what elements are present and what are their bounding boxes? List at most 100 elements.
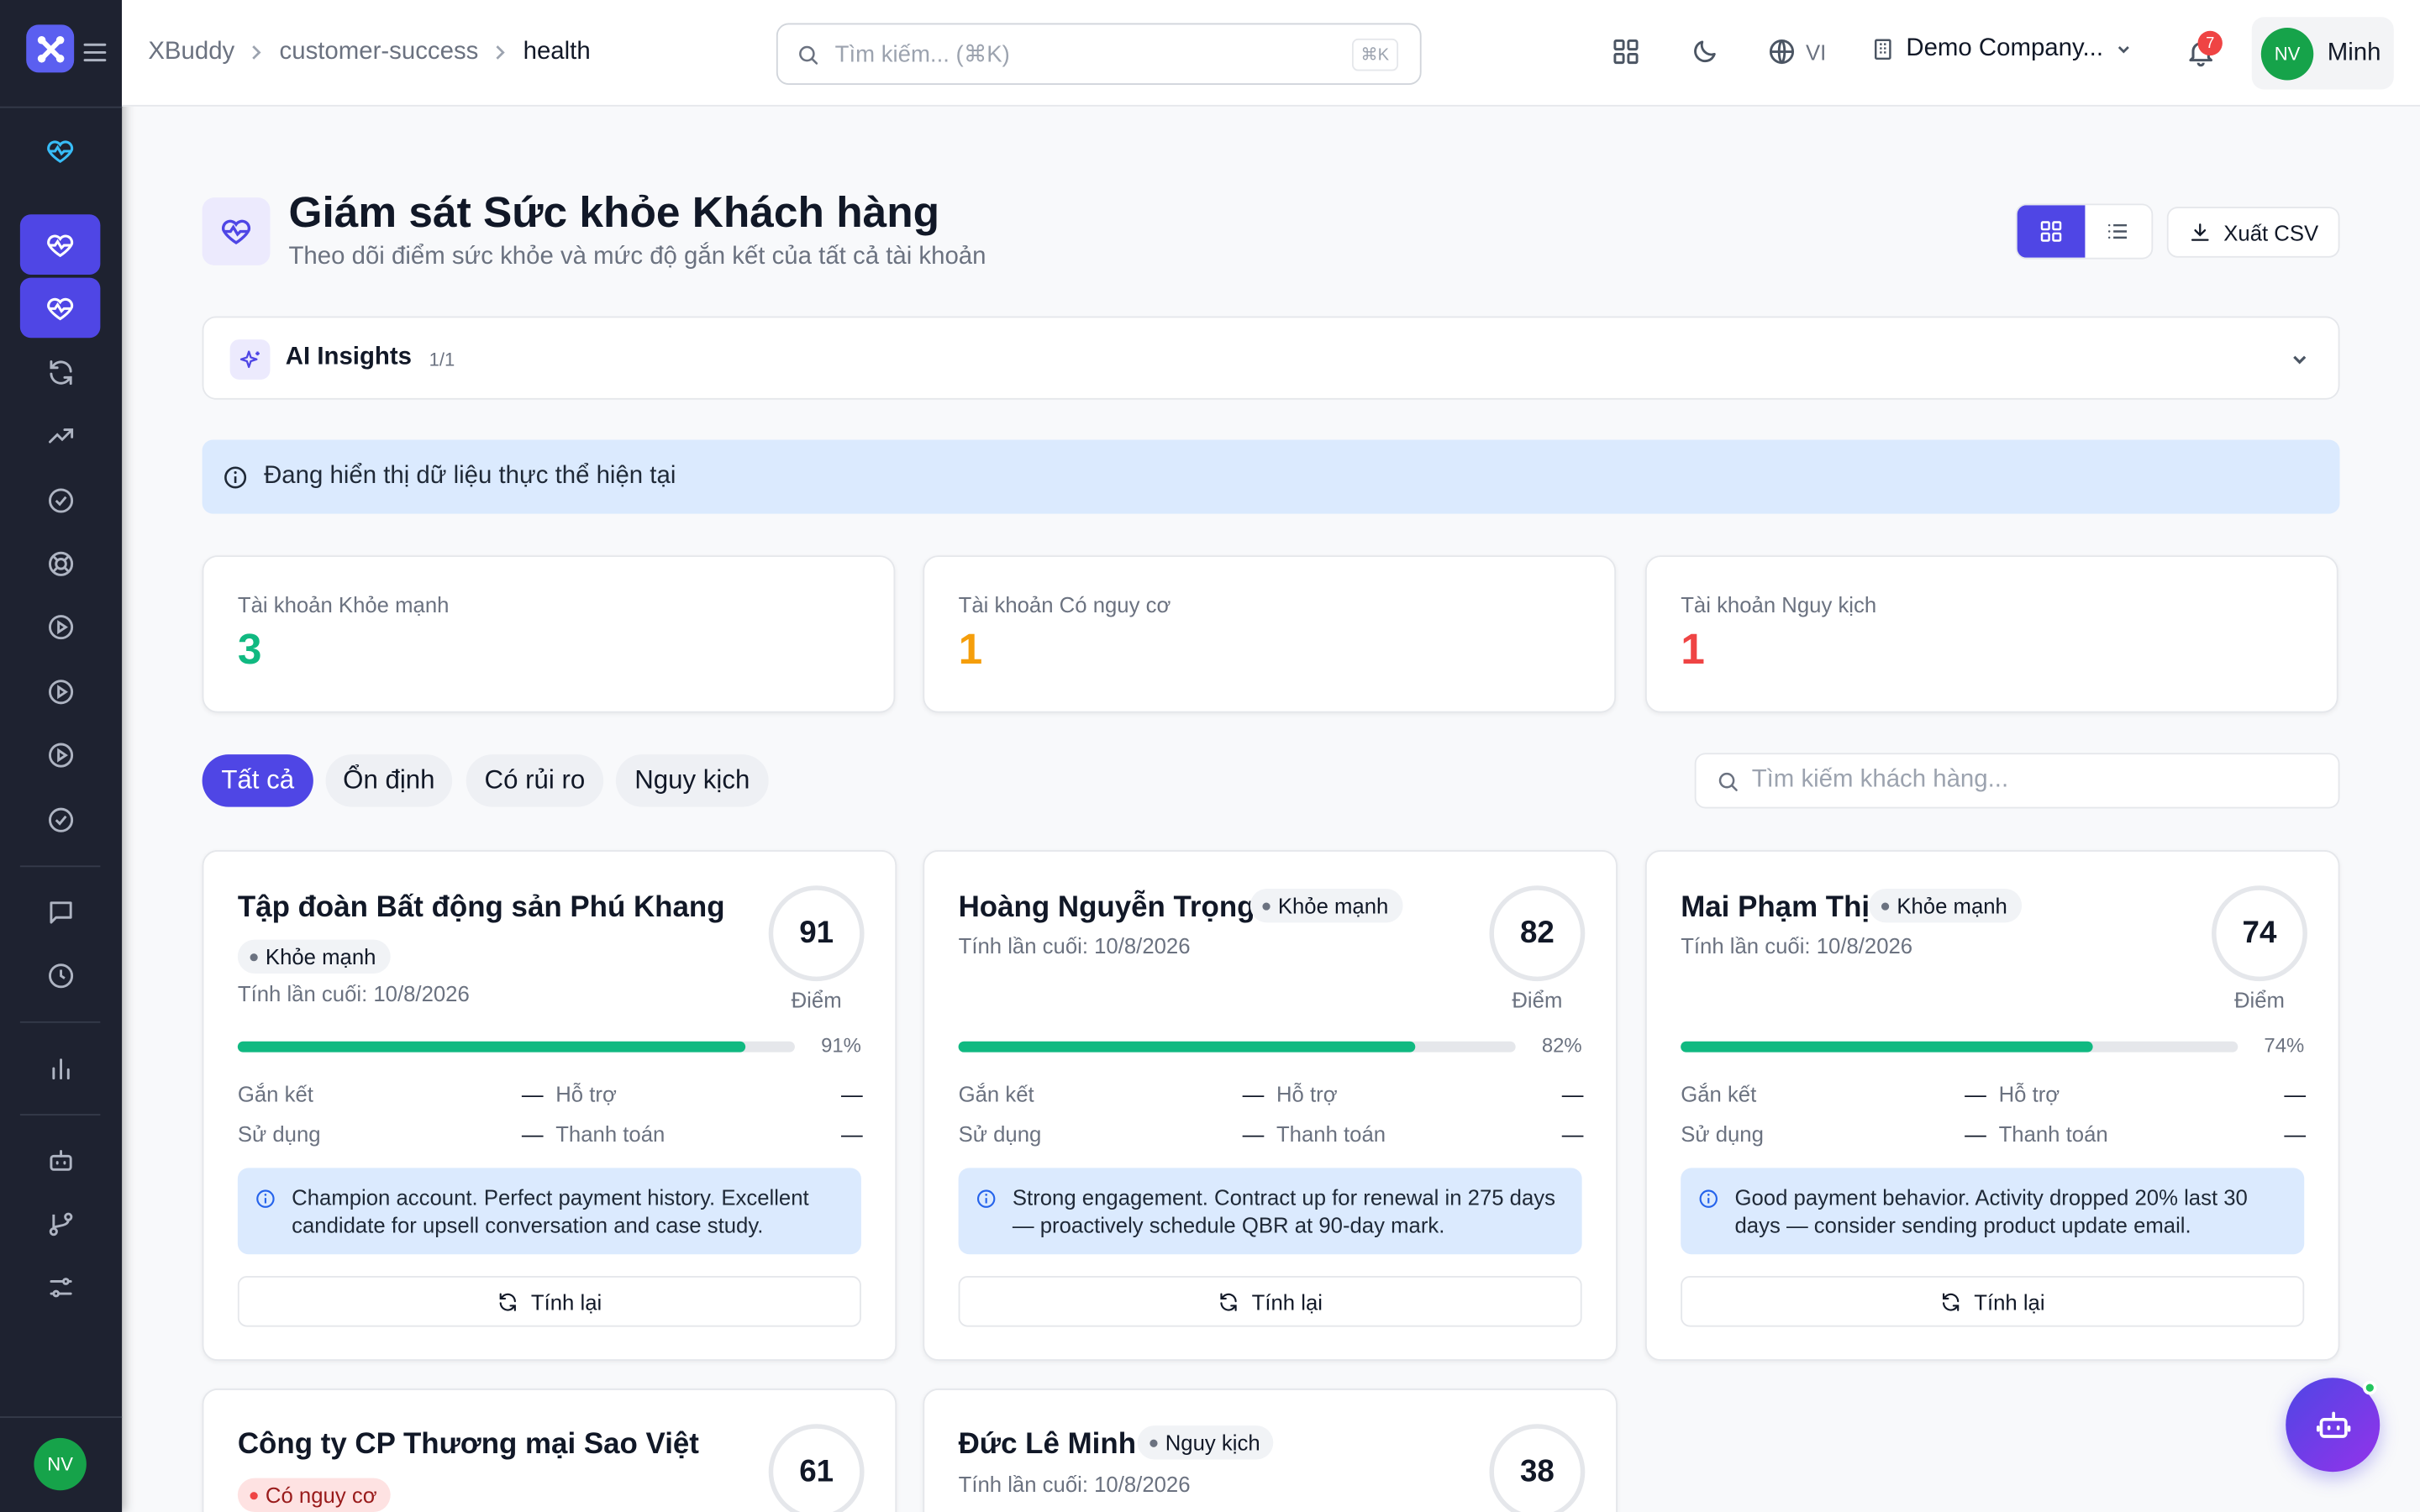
app-logo[interactable] bbox=[26, 24, 75, 73]
sidebar-item-bot[interactable] bbox=[20, 1131, 101, 1191]
breadcrumb: XBuddy customer-success health bbox=[148, 39, 590, 66]
filter-tab-stable[interactable]: Ổn định bbox=[325, 754, 453, 807]
metric-value: — bbox=[1242, 1081, 1265, 1106]
ai-insights-panel[interactable]: AI Insights 1/1 bbox=[202, 316, 2340, 400]
metric-usage: Sử dụng bbox=[237, 1121, 321, 1147]
sidebar-avatar[interactable]: NV bbox=[34, 1437, 87, 1491]
sidebar-item-play-3[interactable] bbox=[20, 725, 101, 785]
menu-icon[interactable] bbox=[83, 40, 107, 65]
metric-value: — bbox=[841, 1081, 863, 1106]
progress-fill bbox=[958, 1041, 1416, 1053]
score-ring: 82 bbox=[1489, 885, 1586, 982]
sidebar-divider bbox=[19, 1021, 101, 1023]
global-search-input[interactable]: Tìm kiếm... (⌘K) ⌘K bbox=[776, 23, 1422, 86]
message-square-icon bbox=[49, 901, 71, 924]
sidebar-item-messages[interactable] bbox=[20, 883, 101, 943]
note-text: Good payment behavior. Activity dropped … bbox=[1734, 1184, 2248, 1238]
play-circle-icon bbox=[48, 743, 73, 768]
sidebar-divider bbox=[19, 1114, 101, 1116]
export-csv-button[interactable]: Xuất CSV bbox=[2166, 207, 2340, 258]
filter-tab-critical[interactable]: Nguy kịch bbox=[615, 754, 769, 807]
sidebar-item-reports[interactable] bbox=[20, 1038, 101, 1099]
sidebar-item-play-2[interactable] bbox=[20, 662, 101, 722]
recalculate-label: Tính lại bbox=[530, 1289, 602, 1314]
sidebar-item-health[interactable] bbox=[19, 214, 101, 275]
moon-icon[interactable] bbox=[1690, 37, 1719, 66]
lifebuoy-icon bbox=[48, 551, 73, 576]
play-circle-icon bbox=[48, 680, 73, 705]
stat-card-healthy: Tài khoản Khỏe mạnh 3 bbox=[202, 555, 896, 713]
customer-card[interactable]: Công ty CP Thương mại Sao Việt Có nguy c… bbox=[202, 1389, 897, 1512]
sidebar-item-health-monitor[interactable] bbox=[19, 277, 101, 339]
chevron-down-icon[interactable] bbox=[2289, 349, 2311, 370]
play-circle-icon bbox=[48, 615, 73, 640]
customer-card[interactable]: Hoàng Nguyễn Trọng Khỏe mạnh Tính lần cu… bbox=[923, 850, 1618, 1361]
status-label: Khỏe mạnh bbox=[1277, 893, 1389, 918]
metric-value: — bbox=[521, 1081, 544, 1106]
metric-payment: Thanh toán bbox=[1276, 1121, 1386, 1147]
customer-search-input[interactable]: Tìm kiếm khách hàng... bbox=[1694, 753, 2340, 809]
recalculate-button[interactable]: Tính lại bbox=[237, 1275, 861, 1327]
refresh-icon bbox=[49, 360, 71, 386]
sidebar-item-workflows[interactable] bbox=[20, 1194, 101, 1255]
customer-card[interactable]: Tập đoàn Bất động sản Phú Khang Khỏe mạn… bbox=[202, 850, 897, 1361]
breadcrumb-item[interactable]: customer-success bbox=[280, 39, 479, 66]
status-dot bbox=[250, 1491, 258, 1499]
clock-icon bbox=[48, 963, 73, 989]
sidebar-item-settings[interactable] bbox=[20, 1257, 101, 1318]
sidebar-item-completed[interactable] bbox=[20, 790, 101, 850]
stat-card-at-risk: Tài khoản Có nguy cơ 1 bbox=[923, 555, 1617, 713]
language-switcher[interactable]: VI bbox=[1767, 37, 1826, 66]
metric-support: Hỗ trợ bbox=[1998, 1081, 2060, 1106]
status-badge: Có nguy cơ bbox=[237, 1478, 392, 1512]
status-label: Nguy kịch bbox=[1165, 1430, 1260, 1456]
customer-card[interactable]: Đức Lê Minh Nguy kịch Tính lần cuối: 10/… bbox=[923, 1389, 1618, 1512]
refresh-icon bbox=[499, 1292, 516, 1310]
user-menu[interactable]: NV Minh bbox=[2251, 17, 2394, 90]
stat-value: 1 bbox=[1681, 624, 1705, 673]
score-ring: 61 bbox=[768, 1424, 865, 1512]
metric-support: Hỗ trợ bbox=[1276, 1081, 1338, 1106]
sidebar-item-play-1[interactable] bbox=[20, 597, 101, 658]
recalculate-button[interactable]: Tính lại bbox=[1681, 1275, 2305, 1327]
sidebar-item-renewals[interactable] bbox=[20, 343, 101, 403]
health-progress-bar bbox=[1681, 1041, 2238, 1053]
page-subtitle: Theo dõi điểm sức khỏe và mức độ gắn kết… bbox=[288, 244, 986, 270]
metric-engagement: Gắn kết bbox=[958, 1081, 1034, 1106]
company-name: Demo Company... bbox=[1906, 35, 2104, 62]
customer-card[interactable]: Mai Phạm Thị Khỏe mạnh Tính lần cuối: 10… bbox=[1644, 850, 2340, 1361]
chevron-right-icon bbox=[252, 45, 261, 60]
last-computed: Tính lần cuối: 10/8/2026 bbox=[237, 981, 470, 1006]
breadcrumb-current: health bbox=[523, 38, 591, 66]
customer-name: Mai Phạm Thị bbox=[1681, 891, 1870, 925]
status-badge: Khỏe mạnh bbox=[1249, 888, 1402, 923]
filter-tab-at-risk[interactable]: Có rủi ro bbox=[466, 754, 604, 807]
page-icon bbox=[202, 197, 271, 265]
metric-engagement: Gắn kết bbox=[237, 1081, 313, 1106]
status-label: Khỏe mạnh bbox=[265, 944, 376, 969]
recalculate-button[interactable]: Tính lại bbox=[958, 1275, 1582, 1327]
search-icon bbox=[1718, 771, 1738, 790]
recalculate-label: Tính lại bbox=[1251, 1289, 1323, 1314]
list-view-button[interactable] bbox=[2085, 205, 2152, 257]
sidebar-item-history[interactable] bbox=[20, 946, 101, 1006]
status-dot bbox=[1150, 1438, 1158, 1446]
metric-value: — bbox=[1242, 1121, 1265, 1147]
grid-view-button[interactable] bbox=[2017, 205, 2085, 258]
filter-tab-all[interactable]: Tất cả bbox=[202, 754, 313, 807]
sidebar-item-health-overview[interactable] bbox=[20, 120, 101, 181]
grid-apps-icon[interactable] bbox=[1612, 37, 1641, 66]
sidebar-item-support[interactable] bbox=[20, 534, 101, 595]
recalculate-label: Tính lại bbox=[1974, 1289, 2045, 1314]
sidebar-item-trends[interactable] bbox=[20, 406, 101, 466]
sidebar-item-tasks[interactable] bbox=[20, 470, 101, 531]
metric-value: — bbox=[2284, 1121, 2307, 1147]
company-selector[interactable]: Demo Company... bbox=[1870, 35, 2133, 63]
online-indicator bbox=[2363, 1380, 2377, 1395]
check-circle-icon bbox=[48, 488, 73, 513]
last-computed: Tính lần cuối: 10/8/2026 bbox=[958, 933, 1191, 958]
sidebar-divider bbox=[0, 1416, 123, 1418]
info-banner: Đang hiển thị dữ liệu thực thể hiện tại bbox=[202, 439, 2340, 514]
breadcrumb-item[interactable]: XBuddy bbox=[148, 39, 234, 66]
info-icon bbox=[1699, 1189, 1718, 1208]
